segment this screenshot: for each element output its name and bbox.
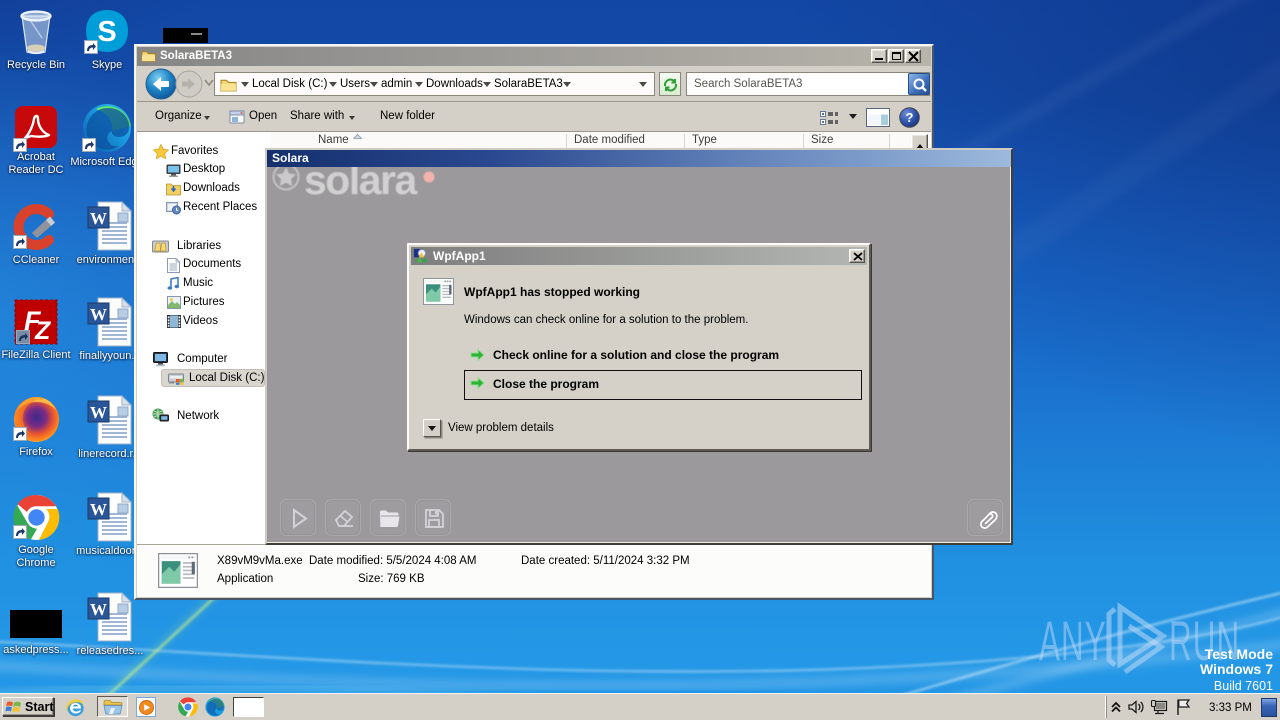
svg-text:Z: Z <box>34 317 52 345</box>
svg-text:W: W <box>90 403 107 422</box>
svg-text:?: ? <box>906 110 914 125</box>
svg-text:ANY: ANY <box>1039 609 1107 672</box>
svg-text:S: S <box>97 16 116 48</box>
svg-text:W: W <box>90 305 107 324</box>
svg-text:W: W <box>90 209 107 228</box>
svg-text:W: W <box>90 500 107 519</box>
svg-text:solara: solara <box>304 167 418 203</box>
svg-text:W: W <box>90 600 107 619</box>
